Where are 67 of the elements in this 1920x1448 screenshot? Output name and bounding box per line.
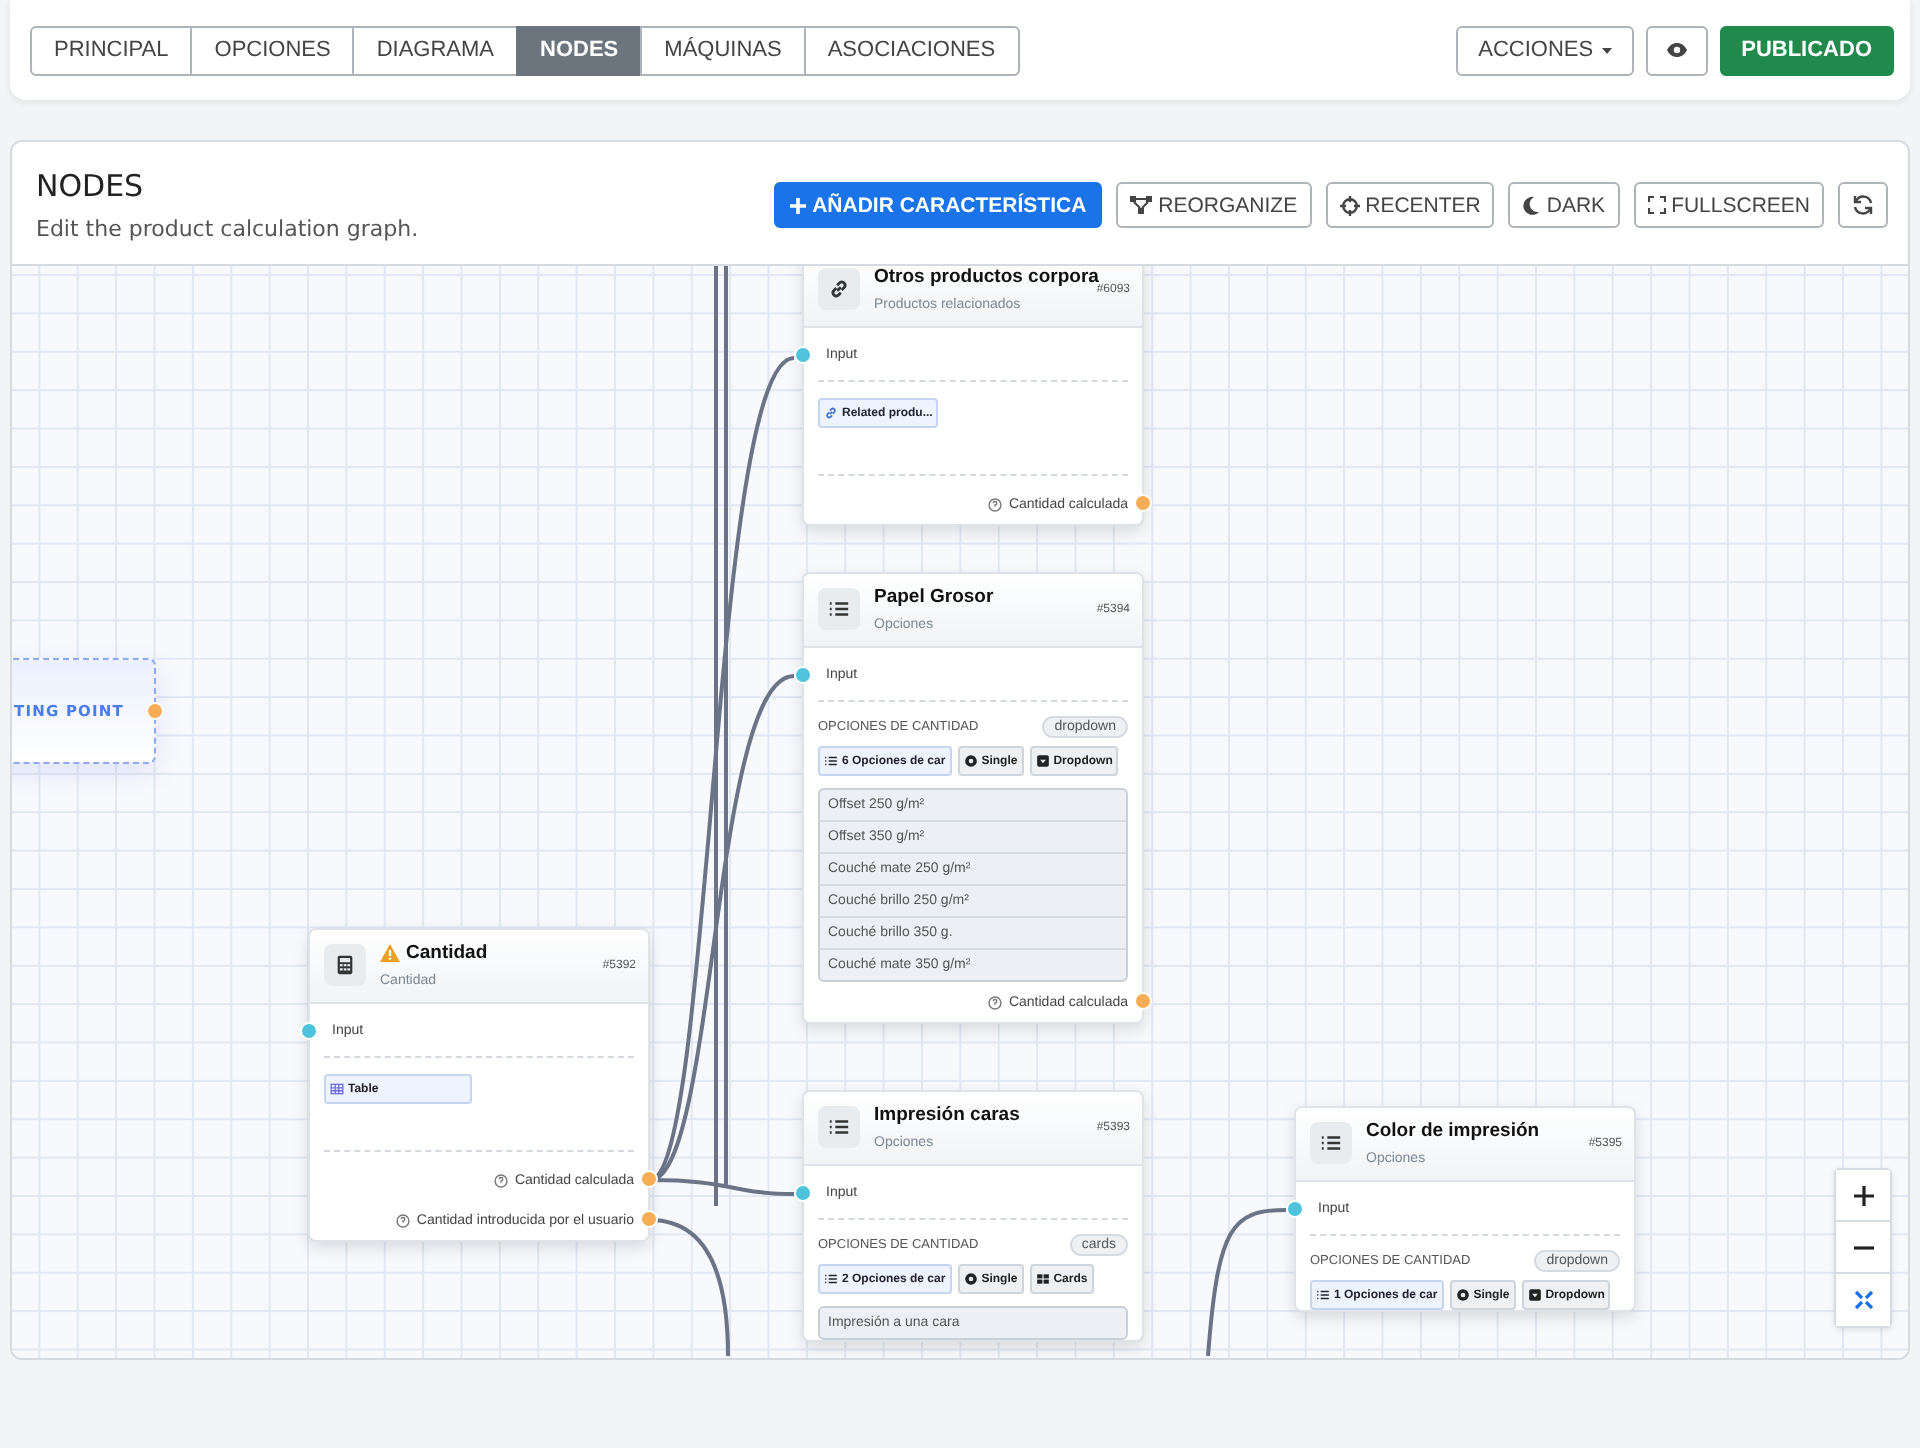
- help-icon: [494, 1173, 509, 1187]
- table-icon: [330, 1082, 344, 1096]
- plus-icon: [790, 197, 807, 213]
- input-port[interactable]: [794, 1183, 812, 1201]
- output-port[interactable]: [1134, 991, 1152, 1009]
- list-icon: [824, 754, 838, 768]
- radio-icon: [1455, 1288, 1470, 1302]
- output-port[interactable]: [640, 1209, 658, 1227]
- input-port[interactable]: [794, 665, 812, 683]
- dropdown-icon: [1035, 754, 1050, 768]
- zoom-out-button[interactable]: [1836, 1222, 1890, 1274]
- reorganize-button[interactable]: REORGANIZE: [1116, 182, 1312, 228]
- tab[interactable]: PRINCIPAL: [30, 25, 193, 75]
- node-title: Otros productos corpora: [874, 266, 1099, 288]
- calculator-icon: [334, 954, 356, 976]
- output-port[interactable]: [1134, 493, 1152, 511]
- node-title: Papel Grosor: [874, 586, 994, 608]
- node-title: Color de impresión: [1366, 1120, 1540, 1142]
- expand-icon: [1647, 196, 1666, 214]
- list-icon: [828, 1116, 850, 1138]
- list-icon: [1316, 1288, 1330, 1302]
- tab[interactable]: NODES: [516, 25, 643, 75]
- warning-icon: [380, 944, 400, 962]
- minus-icon: [1853, 1245, 1873, 1249]
- help-icon: [988, 497, 1003, 511]
- crosshair-icon: [1339, 195, 1360, 215]
- tab[interactable]: OPCIONES: [190, 25, 355, 75]
- input-port[interactable]: [1286, 1199, 1304, 1217]
- list-icon: [1320, 1132, 1342, 1154]
- actions-button[interactable]: ACCIONES: [1456, 25, 1634, 75]
- tab[interactable]: MÁQUINAS: [640, 25, 806, 75]
- caret-icon: [1601, 47, 1612, 53]
- dark-button[interactable]: DARK: [1508, 182, 1620, 228]
- link-icon: [828, 278, 850, 300]
- add-button[interactable]: AÑADIR CARACTERÍSTICA: [774, 182, 1103, 228]
- tab[interactable]: ASOCIACIONES: [803, 25, 1020, 75]
- list-icon: [828, 598, 850, 620]
- fullscreen-button[interactable]: FULLSCREEN: [1633, 182, 1824, 228]
- eye-icon: [1665, 42, 1688, 58]
- publish-button[interactable]: PUBLICADO: [1719, 25, 1894, 75]
- output-port[interactable]: [146, 702, 164, 720]
- list-icon: [824, 1272, 838, 1286]
- help-icon: [396, 1213, 411, 1227]
- fit-view-button[interactable]: [1836, 1274, 1890, 1326]
- zoom-in-button[interactable]: [1836, 1170, 1890, 1222]
- network-icon: [1130, 196, 1153, 214]
- node-title: Cantidad: [406, 942, 488, 964]
- radio-icon: [963, 754, 978, 768]
- grid-icon: [1035, 1272, 1050, 1286]
- compress-icon: [1853, 1290, 1873, 1310]
- input-port[interactable]: [794, 345, 812, 363]
- panel-title: NODES: [36, 168, 146, 204]
- panel-subtitle: Edit the product calculation graph.: [36, 216, 421, 242]
- help-icon: [988, 995, 1003, 1009]
- moon-icon: [1522, 195, 1541, 215]
- radio-icon: [963, 1272, 978, 1286]
- refresh-icon: [1852, 194, 1874, 216]
- input-port[interactable]: [300, 1021, 318, 1039]
- refresh-button[interactable]: [1838, 182, 1888, 228]
- node-title: Impresión caras: [874, 1104, 1020, 1126]
- link-icon: [824, 406, 838, 420]
- preview-button[interactable]: [1645, 25, 1708, 75]
- dropdown-icon: [1527, 1288, 1542, 1302]
- plus-icon: [1853, 1185, 1873, 1205]
- recenter-button[interactable]: RECENTER: [1325, 182, 1495, 228]
- output-port[interactable]: [640, 1169, 658, 1187]
- tab[interactable]: DIAGRAMA: [352, 25, 519, 75]
